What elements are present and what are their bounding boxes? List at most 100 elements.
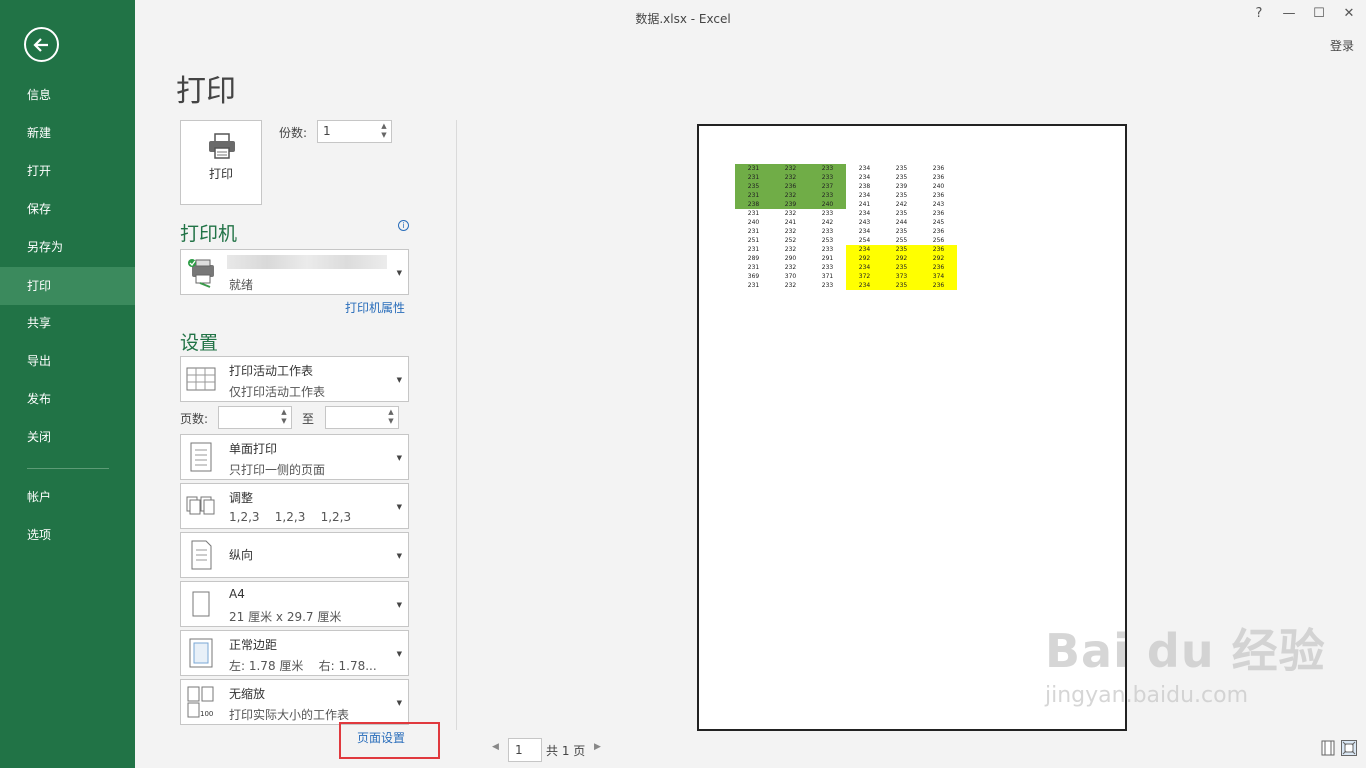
- preview-cell: 290: [784, 255, 797, 262]
- copies-stepper[interactable]: 1 ▲ ▼: [317, 120, 392, 143]
- preview-cell: 374: [920, 272, 957, 281]
- preview-cell: 239: [895, 183, 908, 190]
- preview-cell: 234: [858, 192, 871, 199]
- preview-cell: 234: [846, 281, 883, 290]
- pages-to-stepper[interactable]: ▲ ▼: [325, 406, 399, 429]
- chevron-down-icon: ▼: [396, 454, 402, 462]
- preview-cell: 241: [784, 219, 797, 226]
- pane-divider: [456, 120, 457, 730]
- preview-cell: 232: [784, 282, 797, 289]
- preview-cell: 235: [895, 228, 908, 235]
- pages-from-stepper[interactable]: ▲ ▼: [218, 406, 292, 429]
- scaling-select[interactable]: 100 无缩放 打印实际大小的工作表 ▼: [180, 679, 409, 725]
- paper-size-select[interactable]: A4 21 厘米 x 29.7 厘米 ▼: [180, 581, 409, 627]
- nav-save-as[interactable]: 另存为: [0, 228, 135, 266]
- sides-select[interactable]: 单面打印 只打印一侧的页面 ▼: [180, 434, 409, 480]
- worksheet-icon: [186, 367, 216, 391]
- print-button[interactable]: 打印: [180, 120, 262, 205]
- portrait-page-icon: [191, 540, 212, 570]
- nav-new[interactable]: 新建: [0, 114, 135, 152]
- preview-cell: 243: [858, 219, 871, 226]
- printer-properties-link[interactable]: 打印机属性: [345, 299, 405, 316]
- printer-name-redacted: [227, 255, 387, 269]
- preview-cell: 233: [809, 191, 846, 200]
- nav-save[interactable]: 保存: [0, 190, 135, 228]
- preview-cell: 233: [821, 228, 834, 235]
- copies-label: 份数:: [279, 126, 308, 140]
- help-button[interactable]: ?: [1252, 6, 1266, 21]
- preview-cell: 254: [858, 237, 871, 244]
- preview-cell: 241: [858, 201, 871, 208]
- nav-share[interactable]: 共享: [0, 304, 135, 342]
- preview-cell: 240: [932, 183, 945, 190]
- chevron-down-icon: ▼: [396, 650, 402, 658]
- preview-cell: 240: [809, 200, 846, 209]
- preview-cell: 232: [784, 210, 797, 217]
- nav-print[interactable]: 打印: [0, 267, 135, 305]
- nav-close[interactable]: 关闭: [0, 418, 135, 456]
- maximize-button[interactable]: ☐: [1312, 6, 1326, 21]
- preview-cell: 236: [932, 174, 945, 181]
- preview-cell: 235: [895, 174, 908, 181]
- preview-cell: 236: [932, 210, 945, 217]
- collate-title: 调整: [229, 491, 254, 505]
- margins-select[interactable]: 正常边距 左: 1.78 厘米 右: 1.78... ▼: [180, 630, 409, 676]
- orientation-title: 纵向: [229, 548, 254, 562]
- chevron-down-icon: ▼: [396, 376, 402, 384]
- preview-cell: 292: [920, 254, 957, 263]
- printer-heading: 打印机: [180, 223, 238, 245]
- collate-icon: [186, 496, 215, 515]
- preview-cell: 245: [932, 219, 945, 226]
- window-controls: ? — ☐ ✕: [1252, 6, 1356, 21]
- stepper-arrows-icon[interactable]: ▲ ▼: [379, 122, 389, 141]
- close-button[interactable]: ✕: [1342, 6, 1356, 21]
- chevron-down-icon: ▼: [396, 699, 402, 707]
- margins-sub: 左: 1.78 厘米 右: 1.78...: [229, 659, 377, 673]
- nav-publish[interactable]: 发布: [0, 380, 135, 418]
- current-page-input[interactable]: 1: [508, 738, 542, 762]
- one-sided-page-icon: [190, 442, 212, 472]
- preview-cell: 291: [821, 255, 834, 262]
- nav-export[interactable]: 导出: [0, 342, 135, 380]
- sides-sub: 只打印一侧的页面: [229, 463, 326, 477]
- prev-page-icon[interactable]: ◀: [492, 742, 499, 752]
- nav-account[interactable]: 帐户: [0, 478, 135, 516]
- stepper-arrows-icon[interactable]: ▲ ▼: [279, 408, 289, 427]
- zoom-to-page-icon[interactable]: [1341, 740, 1357, 756]
- paper-sub: 21 厘米 x 29.7 厘米: [229, 610, 342, 624]
- printer-select[interactable]: 就绪 ▼: [180, 249, 409, 295]
- print-scope-select[interactable]: 打印活动工作表 仅打印活动工作表 ▼: [180, 356, 409, 402]
- preview-cell: 232: [784, 228, 797, 235]
- paper-title: A4: [229, 587, 245, 601]
- preview-cell: 239: [772, 200, 809, 209]
- preview-cell: 233: [821, 264, 834, 271]
- show-margins-icon[interactable]: [1320, 740, 1336, 756]
- preview-cell: 289: [747, 255, 760, 262]
- settings-heading: 设置: [180, 332, 219, 354]
- chevron-down-icon: ▼: [396, 601, 402, 609]
- next-page-icon[interactable]: ▶: [594, 742, 601, 752]
- window-title: 数据.xlsx - Excel: [635, 12, 731, 26]
- preview-cell: 231: [747, 282, 760, 289]
- preview-cell: 236: [932, 228, 945, 235]
- preview-cell: 237: [809, 182, 846, 191]
- copies-value: 1: [323, 124, 331, 138]
- preview-cell: 234: [858, 228, 871, 235]
- info-icon[interactable]: i: [398, 220, 409, 231]
- orientation-select[interactable]: 纵向 ▼: [180, 532, 409, 578]
- minimize-button[interactable]: —: [1282, 6, 1296, 21]
- collate-select[interactable]: 调整 1,2,3 1,2,3 1,2,3 ▼: [180, 483, 409, 529]
- stepper-arrows-icon[interactable]: ▲ ▼: [386, 408, 396, 427]
- scaling-sub: 打印实际大小的工作表: [229, 708, 350, 722]
- nav-open[interactable]: 打开: [0, 152, 135, 190]
- nav-info[interactable]: 信息: [0, 76, 135, 114]
- back-button[interactable]: [24, 27, 59, 62]
- login-link[interactable]: 登录: [1330, 37, 1354, 54]
- nav-divider: [27, 468, 109, 469]
- nav-options[interactable]: 选项: [0, 516, 135, 554]
- preview-cell: 234: [858, 174, 871, 181]
- margins-icon: [189, 638, 213, 668]
- preview-cell: 236: [920, 245, 957, 254]
- preview-cell: 232: [772, 173, 809, 182]
- margins-title: 正常边距: [229, 638, 278, 652]
